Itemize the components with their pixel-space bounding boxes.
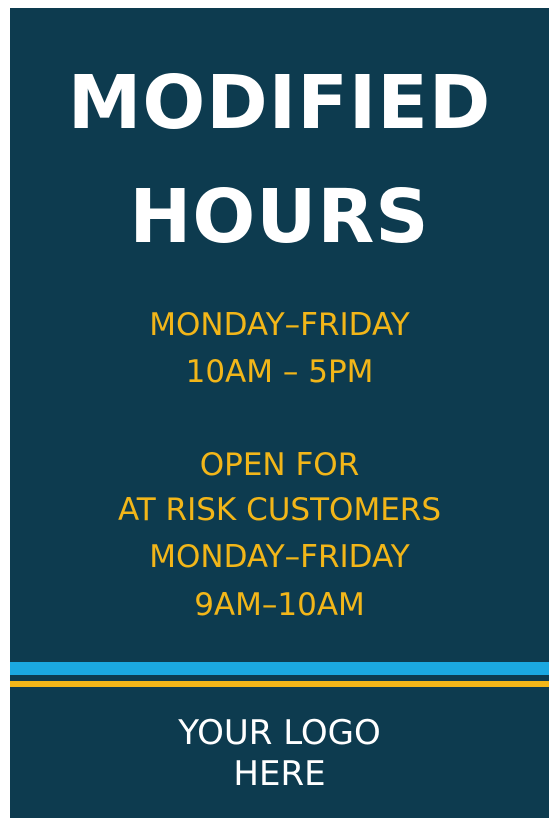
blue-stripe <box>10 662 549 675</box>
title-line-1: MODIFIED <box>67 60 492 146</box>
special-time: 9AM–10AM <box>194 587 365 623</box>
logo-placeholder-line-1: YOUR LOGO <box>178 713 381 753</box>
special-hours-line-1: OPEN FOR <box>199 447 360 483</box>
logo-placeholder-line-2: HERE <box>233 754 326 794</box>
gold-stripe <box>10 681 549 687</box>
regular-time: 10AM – 5PM <box>185 354 374 390</box>
sign-poster: MODIFIED HOURS MONDAY–FRIDAY 10AM – 5PM … <box>10 8 549 818</box>
special-days: MONDAY–FRIDAY <box>149 539 410 575</box>
special-hours-line-2: AT RISK CUSTOMERS <box>117 492 442 528</box>
title-line-2: HOURS <box>129 174 430 260</box>
regular-days: MONDAY–FRIDAY <box>149 307 410 343</box>
